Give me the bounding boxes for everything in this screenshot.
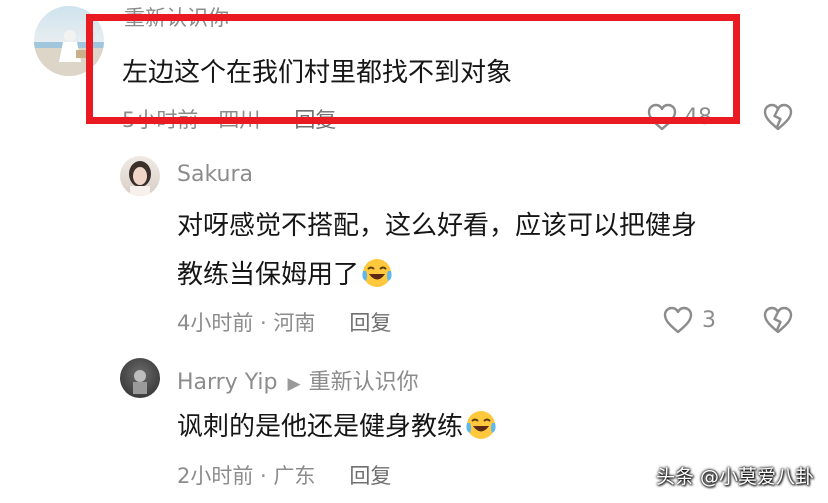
avatar[interactable] — [120, 358, 160, 398]
comment-time-location: 5小时前 · 四川 — [122, 108, 261, 132]
laughing-crying-emoji — [361, 257, 393, 296]
heart-icon — [663, 306, 693, 334]
comment-meta: 2小时前 · 广东 回复 — [177, 460, 391, 490]
reply-arrow-icon: ▶ — [287, 374, 301, 394]
comment-meta: 4小时前 · 河南 回复 — [177, 307, 391, 337]
like-button[interactable]: 3 — [662, 305, 716, 335]
dislike-button[interactable] — [762, 102, 794, 132]
comment-text-line: 讽刺的是他还是健身教练 — [177, 412, 464, 442]
watermark: 头条 @小莫爱八卦 — [655, 466, 814, 488]
reply-button[interactable]: 回复 — [349, 464, 391, 488]
laughing-crying-emoji — [465, 409, 497, 448]
broken-heart-icon — [763, 306, 793, 334]
comment-time-location: 4小时前 · 河南 — [177, 311, 316, 335]
comment-username[interactable]: 重新认识你 — [124, 2, 229, 32]
comment-text: 教练当保姆用了 — [177, 254, 393, 296]
comment-username[interactable]: Sakura — [177, 162, 253, 187]
reply-button[interactable]: 回复 — [349, 311, 391, 335]
reply-button[interactable]: 回复 — [294, 108, 336, 132]
reply-to-username[interactable]: 重新认识你 — [309, 370, 419, 395]
comment-time-location: 2小时前 · 广东 — [177, 464, 316, 488]
comment-username[interactable]: Harry Yip — [177, 370, 277, 395]
comment-text: 讽刺的是他还是健身教练 — [177, 406, 497, 448]
comment-text: 对呀感觉不搭配，这么好看，应该可以把健身 — [177, 211, 698, 241]
avatar[interactable] — [120, 156, 160, 196]
like-count: 48 — [684, 104, 712, 130]
avatar[interactable] — [34, 6, 104, 76]
dislike-button[interactable] — [762, 305, 794, 335]
comment-header: Harry Yip ▶ 重新认识你 — [177, 364, 419, 396]
comment-text-line: 教练当保姆用了 — [177, 260, 360, 290]
broken-heart-icon — [763, 103, 793, 131]
heart-icon — [647, 103, 677, 131]
like-button[interactable]: 48 — [646, 102, 712, 132]
comment-meta: 5小时前 · 四川 回复 — [122, 104, 336, 134]
like-count: 3 — [702, 307, 716, 333]
comment-text: 左边这个在我们村里都找不到对象 — [122, 58, 513, 88]
